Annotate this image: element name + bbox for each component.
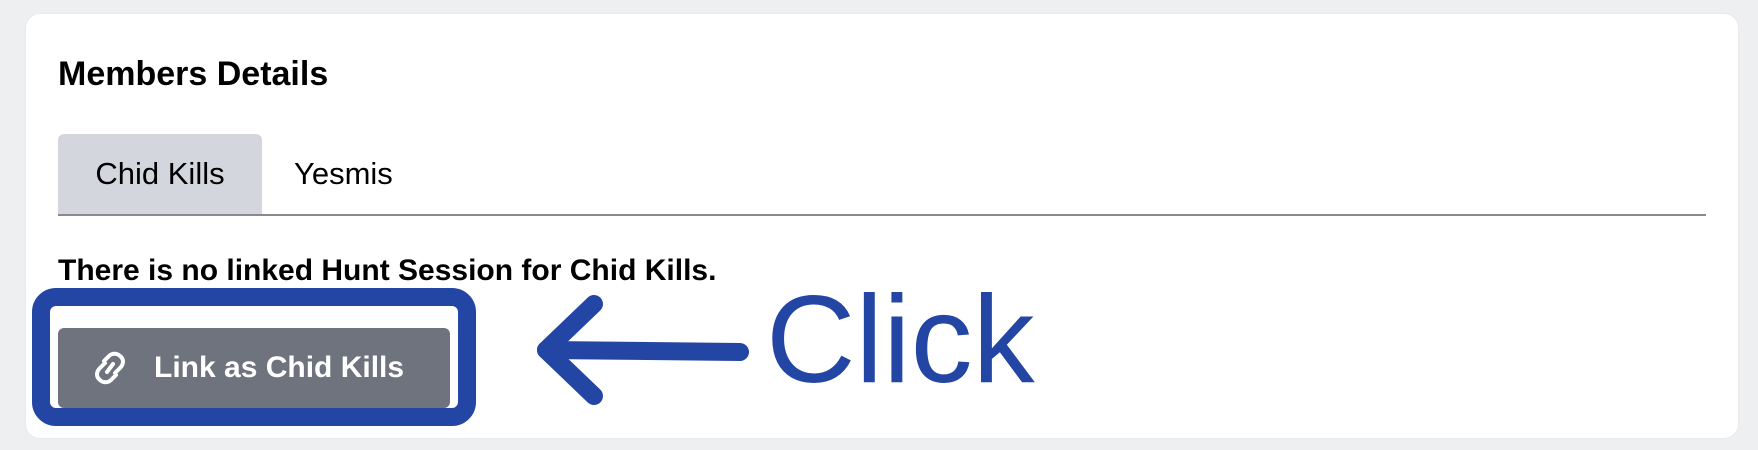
panel-title: Members Details xyxy=(58,55,329,93)
annotation-arrow-left xyxy=(537,295,749,405)
link-icon xyxy=(95,351,125,385)
tab-chid-kills[interactable]: Chid Kills xyxy=(58,134,262,214)
member-tabs: Chid Kills Yesmis xyxy=(58,134,1706,216)
annotation-click-text: Click xyxy=(766,271,1035,409)
link-button-label: Link as Chid Kills xyxy=(154,351,405,384)
tab-yesmis[interactable]: Yesmis xyxy=(294,134,454,214)
no-linked-session-message: There is no linked Hunt Session for Chid… xyxy=(58,254,717,287)
link-as-chid-kills-button[interactable]: Link as Chid Kills xyxy=(58,328,450,408)
